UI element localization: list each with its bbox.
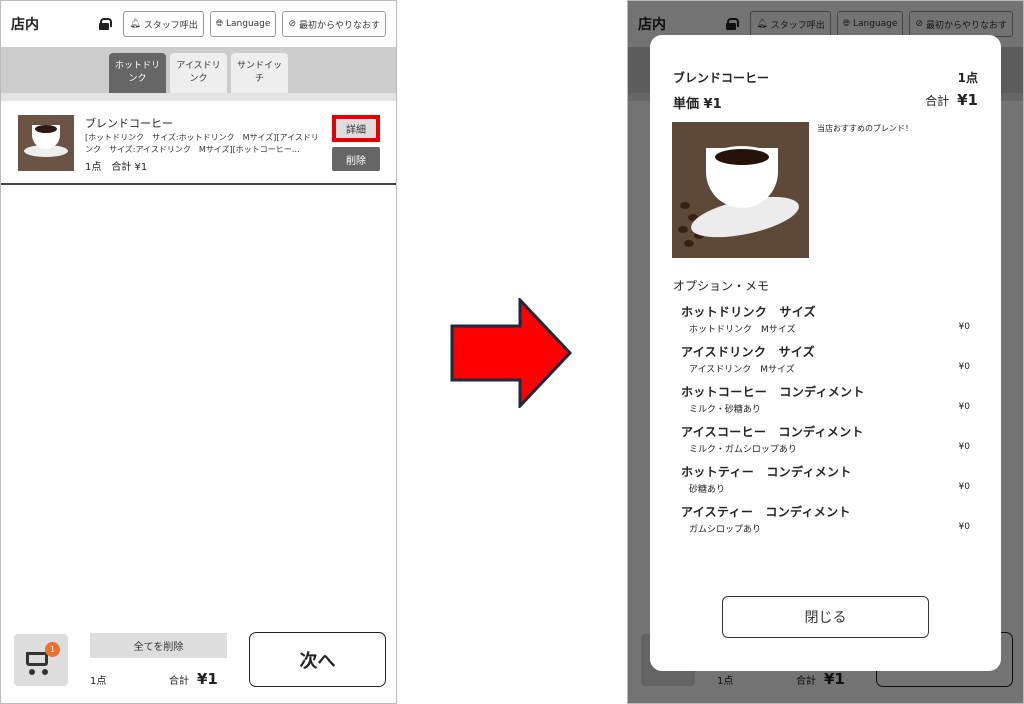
option-value: アイスドリンク Mサイズ (689, 365, 795, 375)
next-button[interactable]: 次へ (249, 632, 386, 687)
option-value: ミルク・ガムシロップあり (689, 445, 797, 455)
cart-badge: 1 (45, 642, 60, 657)
staff-call-button[interactable]: 🔔︎ スタッフ呼出 (123, 11, 204, 37)
option-item: ホットコーヒー コンディメントミルク・砂糖あり ¥0 (681, 383, 974, 423)
category-tabs: ホットドリンク アイスドリンク サンドイッチ (1, 47, 396, 93)
option-item: ホットドリンク サイズホットドリンク Mサイズ ¥0 (681, 303, 974, 343)
close-button[interactable]: 閉じる (722, 596, 929, 638)
delete-button[interactable]: 削除 (332, 147, 380, 171)
item-note: 当店おすすめのブレンド！ (817, 124, 913, 133)
item-detail-modal: ブレンドコーヒー 1点 単価 ¥1 合計 ¥1 当店おすすめのブレンド！ オプショ… (650, 35, 1001, 671)
item-name: ブレンドコーヒー (85, 117, 173, 130)
store-label: 店内 (11, 17, 39, 33)
bell-icon: 🔔︎ (129, 19, 141, 29)
modal-total-label: 合計 (925, 94, 950, 108)
option-item: ホットティー コンディメント砂糖あり ¥0 (681, 463, 974, 503)
header: 店内 🔔︎ スタッフ呼出 🌐︎ Language ⊘ 最初からやりなおす (1, 1, 396, 47)
option-price: ¥0 (958, 522, 970, 532)
modal-total-value: ¥1 (957, 91, 978, 109)
option-price: ¥0 (958, 442, 970, 452)
divider (1, 93, 396, 101)
language-label: Language (226, 19, 271, 29)
option-value: 砂糖あり (689, 485, 726, 495)
language-button[interactable]: 🌐︎ Language (209, 11, 277, 37)
option-item: アイスドリンク サイズアイスドリンク Mサイズ ¥0 (681, 343, 974, 383)
option-price: ¥0 (958, 322, 970, 332)
modal-qty: 1点 (957, 71, 978, 85)
total-label: 合計 (169, 676, 189, 687)
cart-button[interactable]: 1 (14, 634, 68, 686)
modal-unit-price: 単価 ¥1 (673, 97, 722, 112)
lock-icon (99, 18, 113, 30)
staff-call-label: スタッフ呼出 (143, 20, 198, 31)
tab-hot-drink[interactable]: ホットドリンク (109, 53, 166, 93)
cancel-icon: ⊘ (288, 19, 296, 29)
option-name: ホットコーヒー コンディメント (681, 385, 865, 399)
option-name: アイスドリンク サイズ (681, 345, 815, 359)
coffee-image (672, 122, 809, 258)
detail-button[interactable]: 詳細 (332, 115, 380, 142)
option-price: ¥0 (958, 402, 970, 412)
option-value: ホットドリンク Mサイズ (689, 325, 796, 335)
options-list: ホットドリンク サイズ ホットドリンク Mサイズ ¥0 アイスドリンク サイズ アイス… (681, 303, 974, 543)
detail-screen: 店内 🔔︎ スタッフ呼出 🌐︎ Language ⊘ 最初からやりなおす 1点 … (627, 0, 1024, 704)
option-price: ¥0 (958, 362, 970, 372)
option-name: ホットティー コンディメント (681, 465, 852, 479)
option-name: ホットドリンク サイズ (681, 305, 816, 319)
item-description: [ホットドリンク サイズ:ホットドリンク Mサイズ][アイスドリンク サイズ:ア… (85, 133, 319, 154)
item-qty-total: 1点 合計 ¥1 (85, 162, 148, 173)
cart-item-row: ブレンドコーヒー [ホットドリンク サイズ:ホットドリンク Mサイズ][アイスド… (1, 101, 396, 185)
cart-screen: 店内 🔔︎ スタッフ呼出 🌐︎ Language ⊘ 最初からやりなおす ホット… (0, 0, 397, 704)
tab-sandwich[interactable]: サンドイッチ (231, 53, 288, 93)
restart-button[interactable]: ⊘ 最初からやりなおす (282, 11, 386, 37)
option-item: アイスティー コンディメントガムシロップあり ¥0 (681, 503, 974, 543)
globe-icon: 🌐︎ (215, 19, 224, 29)
clear-all-button[interactable]: 全てを削除 (90, 633, 227, 658)
footer-total: 合計 ¥1 (169, 670, 218, 688)
option-name: アイスコーヒー コンディメント (681, 425, 864, 439)
coffee-thumbnail (18, 115, 74, 171)
arrow-right-icon (450, 298, 573, 408)
footer-count: 1点 (90, 676, 107, 687)
tab-iced-drink[interactable]: アイスドリンク (170, 53, 227, 93)
options-heading: オプション・メモ (673, 279, 770, 293)
total-value: ¥1 (197, 670, 218, 688)
modal-total: 合計 ¥1 (925, 91, 978, 109)
option-price: ¥0 (958, 482, 970, 492)
option-name: アイスティー コンディメント (681, 505, 851, 519)
option-value: ミルク・砂糖あり (689, 405, 761, 415)
option-value: ガムシロップあり (689, 525, 762, 535)
modal-item-name: ブレンドコーヒー (673, 71, 770, 85)
option-item: アイスコーヒー コンディメントミルク・ガムシロップあり ¥0 (681, 423, 974, 463)
restart-label: 最初からやりなおす (298, 20, 380, 31)
